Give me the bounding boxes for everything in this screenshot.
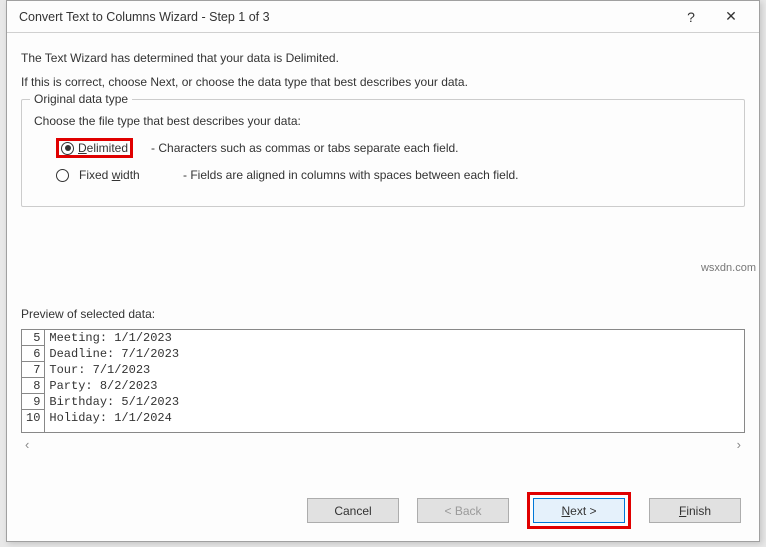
preview-linenums: 5 6 7 8 9 10: [22, 330, 45, 432]
preview-line: Party: 8/2/2023: [45, 378, 744, 394]
preview-scroll[interactable]: ‹ ›: [21, 433, 745, 452]
scroll-right-icon[interactable]: ›: [737, 437, 741, 452]
wizard-dialog: Convert Text to Columns Wizard - Step 1 …: [6, 0, 760, 542]
radio-delimited-label[interactable]: Delimited: [78, 141, 128, 155]
fixed-desc: - Fields are aligned in columns with spa…: [183, 168, 519, 182]
watermark: wsxdn.com: [701, 262, 756, 274]
button-row: Cancel < Back Next > Finish: [307, 492, 741, 529]
scroll-left-icon[interactable]: ‹: [25, 437, 29, 452]
preview-section: Preview of selected data: 5 6 7 8 9 10 M…: [21, 307, 745, 452]
line-num: 8: [22, 378, 44, 394]
line-num: 5: [22, 330, 44, 346]
preview-line: Birthday: 5/1/2023: [45, 394, 744, 410]
dialog-title: Convert Text to Columns Wizard - Step 1 …: [19, 10, 671, 24]
radio-delimited-row: Delimited - Characters such as commas or…: [56, 138, 732, 158]
next-highlight: Next >: [527, 492, 631, 529]
choose-text: Choose the file type that best describes…: [34, 114, 732, 128]
intro-text-2: If this is correct, choose Next, or choo…: [21, 75, 745, 89]
radio-fixed-label[interactable]: Fixed width: [75, 166, 165, 184]
preview-line: Holiday: 1/1/2024: [45, 410, 744, 426]
radio-delimited[interactable]: [61, 142, 74, 155]
line-num: 10: [22, 410, 44, 426]
original-data-type-group: Original data type Choose the file type …: [21, 99, 745, 207]
radio-fixed-width[interactable]: [56, 169, 69, 182]
delimited-desc: - Characters such as commas or tabs sepa…: [151, 141, 458, 155]
back-button: < Back: [417, 498, 509, 523]
dialog-body: The Text Wizard has determined that your…: [7, 33, 759, 452]
preview-line: Tour: 7/1/2023: [45, 362, 744, 378]
finish-button[interactable]: Finish: [649, 498, 741, 523]
close-button[interactable]: ✕: [711, 3, 751, 31]
line-num: 6: [22, 346, 44, 362]
next-button[interactable]: Next >: [533, 498, 625, 523]
preview-lines: Meeting: 1/1/2023 Deadline: 7/1/2023 Tou…: [45, 330, 744, 432]
radio-fixed-row: Fixed width - Fields are aligned in colu…: [56, 166, 732, 184]
intro-text-1: The Text Wizard has determined that your…: [21, 51, 745, 65]
cancel-button[interactable]: Cancel: [307, 498, 399, 523]
line-num: 9: [22, 394, 44, 410]
delimited-highlight: Delimited: [56, 138, 133, 158]
preview-title: Preview of selected data:: [21, 307, 745, 321]
preview-box: 5 6 7 8 9 10 Meeting: 1/1/2023 Deadline:…: [21, 329, 745, 433]
line-num: 7: [22, 362, 44, 378]
preview-line: Meeting: 1/1/2023: [45, 330, 744, 346]
titlebar: Convert Text to Columns Wizard - Step 1 …: [7, 1, 759, 33]
help-button[interactable]: ?: [671, 3, 711, 31]
fieldset-legend: Original data type: [30, 92, 132, 106]
preview-line: Deadline: 7/1/2023: [45, 346, 744, 362]
